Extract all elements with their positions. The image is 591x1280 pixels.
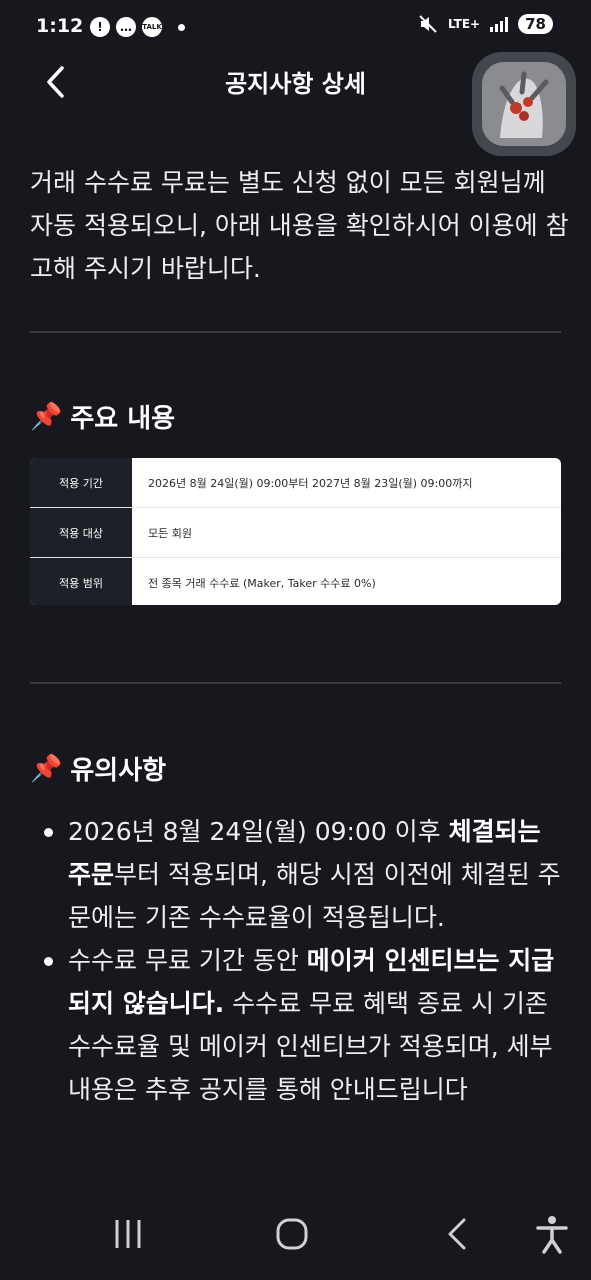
- table-header-cell: 적용 기간: [30, 458, 132, 507]
- section-title-notes: 유의사항: [70, 756, 167, 786]
- pushpin-icon: 📌: [30, 401, 63, 432]
- bullet-text: 부터 적용되며, 해당 시점 이전에 체결된 주문에는 기존 수수료율이 적용됩…: [68, 860, 561, 932]
- table-value-cell: 전 종목 거래 수수료 (Maker, Taker 수수료 0%): [148, 576, 376, 590]
- more-notifications-dot: [178, 23, 185, 31]
- table-value-cell: 2026년 8월 24일(월) 09:00부터 2027년 8월 23일(월) …: [148, 476, 473, 490]
- back-icon[interactable]: [436, 1212, 480, 1256]
- mute-icon: [419, 15, 437, 33]
- divider: [30, 682, 561, 684]
- status-bar: 1:12 ! … TALK LTE+ 78: [0, 0, 591, 58]
- notification-icons: ! … TALK: [90, 17, 185, 37]
- table-header-cell: 적용 대상: [30, 508, 132, 557]
- notes-list: 2026년 8월 24일(월) 09:00 이후 체결되는 주문부터 적용되며,…: [30, 810, 561, 1111]
- divider: [30, 331, 561, 333]
- list-item: 2026년 8월 24일(월) 09:00 이후 체결되는 주문부터 적용되며,…: [30, 810, 561, 939]
- message-icon: …: [116, 17, 136, 37]
- signal-icon: [490, 16, 509, 32]
- battery-level: 78: [518, 14, 553, 34]
- main-info-table: 적용 기간 2026년 8월 24일(월) 09:00부터 2027년 8월 2…: [30, 458, 561, 605]
- home-icon[interactable]: [270, 1212, 314, 1256]
- section-heading-main: 📌 주요 내용: [30, 398, 175, 435]
- kakaotalk-icon: TALK: [142, 17, 162, 37]
- table-header-cell: 적용 범위: [30, 558, 132, 605]
- network-type: LTE+: [448, 17, 481, 31]
- section-heading-notes: 📌 유의사항: [30, 750, 166, 787]
- table-row: 적용 기간 2026년 8월 24일(월) 09:00부터 2027년 8월 2…: [30, 458, 561, 508]
- alert-icon: !: [90, 17, 110, 37]
- section-title-main: 주요 내용: [70, 404, 176, 434]
- system-navigation-bar: [0, 1196, 591, 1280]
- table-row: 적용 범위 전 종목 거래 수수료 (Maker, Taker 수수료 0%): [30, 558, 561, 605]
- table-row: 적용 대상 모든 회원: [30, 508, 561, 558]
- status-time: 1:12: [36, 15, 84, 37]
- accessibility-icon[interactable]: [530, 1212, 574, 1256]
- recent-apps-icon[interactable]: [106, 1212, 150, 1256]
- bullet-text: 2026년 8월 24일(월) 09:00 이후: [68, 817, 449, 846]
- floating-profile-avatar[interactable]: [472, 52, 576, 156]
- notice-intro-text: 거래 수수료 무료는 별도 신청 없이 모든 회원님께 자동 적용되오니, 아래…: [30, 168, 569, 283]
- table-value-cell: 모든 회원: [148, 526, 192, 540]
- pushpin-icon: 📌: [30, 753, 63, 784]
- list-item: 수수료 무료 기간 동안 메이커 인센티브는 지급되지 않습니다. 수수료 무료…: [30, 939, 561, 1111]
- status-right: LTE+ 78: [418, 14, 553, 34]
- bullet-text: 수수료 무료 기간 동안: [68, 946, 307, 975]
